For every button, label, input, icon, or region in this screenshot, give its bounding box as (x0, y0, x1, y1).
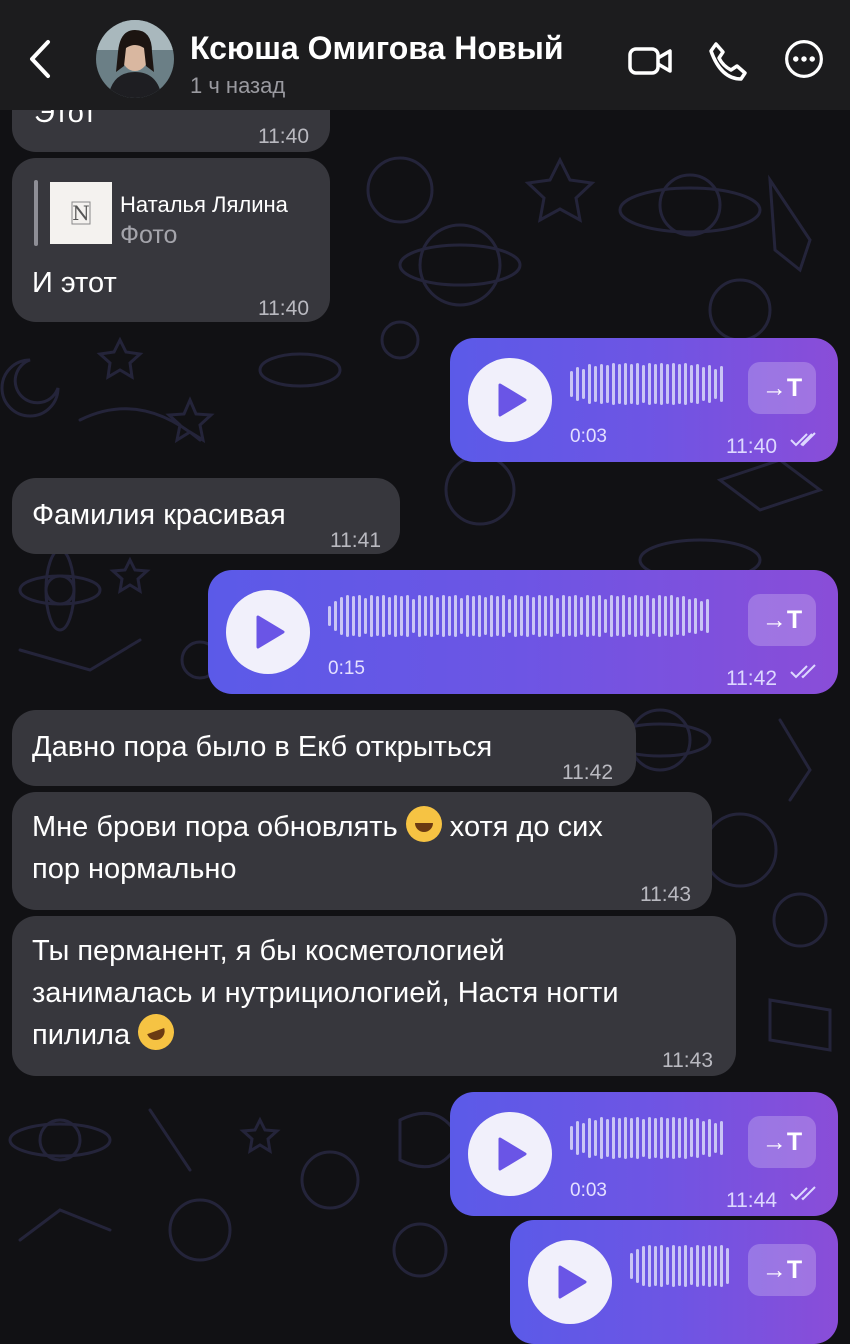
message-text: пор нормально (32, 853, 237, 885)
message-time: 11:44 (726, 1189, 777, 1212)
message-time: 11:41 (330, 529, 381, 552)
message-text-line: пилила (32, 1008, 180, 1056)
transcribe-button[interactable]: →T (748, 362, 816, 414)
more-options-icon[interactable] (780, 38, 828, 80)
message-text: И этот (32, 267, 117, 299)
phone-call-icon[interactable] (704, 40, 752, 82)
transcribe-button[interactable]: →T (748, 1116, 816, 1168)
avatar[interactable] (96, 20, 174, 98)
waveform[interactable] (570, 1116, 723, 1160)
message-time: 11:42 (726, 667, 777, 690)
voice-message-outgoing[interactable]: 0:15 →T 11:42 (208, 570, 838, 694)
voice-message-outgoing[interactable]: →T (510, 1220, 838, 1344)
message-text: Ты перманент, я бы косметологией (32, 935, 505, 967)
read-receipt-icon (790, 432, 816, 447)
message-time: 11:43 (662, 1049, 713, 1072)
message-time: 11:43 (640, 883, 691, 906)
message-text: Фамилия красивая (32, 499, 286, 531)
message-incoming[interactable]: Ты перманент, я бы косметологией занимал… (12, 916, 736, 1076)
play-button[interactable] (226, 590, 310, 674)
transcribe-button[interactable]: →T (748, 1244, 816, 1296)
read-receipt-icon (790, 664, 816, 679)
reply-photo-thumbnail[interactable]: N (50, 182, 112, 244)
message-time: 11:40 (258, 297, 309, 320)
message-text: Мне брови пора обновлять (32, 811, 398, 843)
last-seen-status: 1 ч назад (190, 73, 286, 98)
chat-header: Ксюша Омигова Новый 1 ч назад (0, 0, 850, 110)
transcribe-button[interactable]: →T (748, 594, 816, 646)
waveform[interactable] (570, 362, 723, 406)
back-icon[interactable] (22, 36, 58, 82)
voice-duration: 0:15 (328, 658, 365, 679)
play-button[interactable] (468, 358, 552, 442)
play-button[interactable] (528, 1240, 612, 1324)
message-incoming[interactable]: Давно пора было в Екб открыться 11:42 (12, 710, 636, 786)
waveform[interactable] (328, 594, 709, 638)
message-time: 11:42 (562, 761, 613, 784)
message-incoming[interactable]: Фамилия красивая 11:41 (12, 478, 400, 554)
play-button[interactable] (468, 1112, 552, 1196)
video-call-icon[interactable] (626, 40, 674, 82)
message-incoming-reply[interactable]: N Наталья Лялина Фото И этот 11:40 (12, 158, 330, 322)
voice-message-outgoing[interactable]: 0:03 →T 11:44 (450, 1092, 838, 1216)
reply-kind: Фото (120, 221, 178, 249)
message-time: 11:40 (258, 125, 309, 148)
voice-duration: 0:03 (570, 1180, 607, 1201)
message-text: пилила (32, 1019, 131, 1051)
message-text: занималась и нутрициологией, Настя ногти (32, 977, 619, 1009)
read-receipt-icon (790, 1186, 816, 1201)
voice-message-outgoing[interactable]: 0:03 →T 11:40 (450, 338, 838, 462)
contact-name[interactable]: Ксюша Омигова Новый (190, 30, 564, 67)
rolling-on-floor-laughing-icon (133, 1008, 180, 1056)
voice-duration: 0:03 (570, 426, 607, 447)
face-with-tears-of-joy-icon (405, 806, 442, 842)
svg-text:N: N (72, 201, 90, 225)
message-text: Давно пора было в Екб открыться (32, 731, 493, 763)
message-time: 11:40 (726, 435, 777, 458)
waveform[interactable] (630, 1244, 729, 1288)
message-text-line: Мне брови пора обновлять хотя до сих (32, 806, 603, 848)
reply-quote-bar (34, 180, 38, 246)
message-incoming[interactable]: Мне брови пора обновлять хотя до сих пор… (12, 792, 712, 910)
message-text: хотя до сих (449, 811, 603, 843)
